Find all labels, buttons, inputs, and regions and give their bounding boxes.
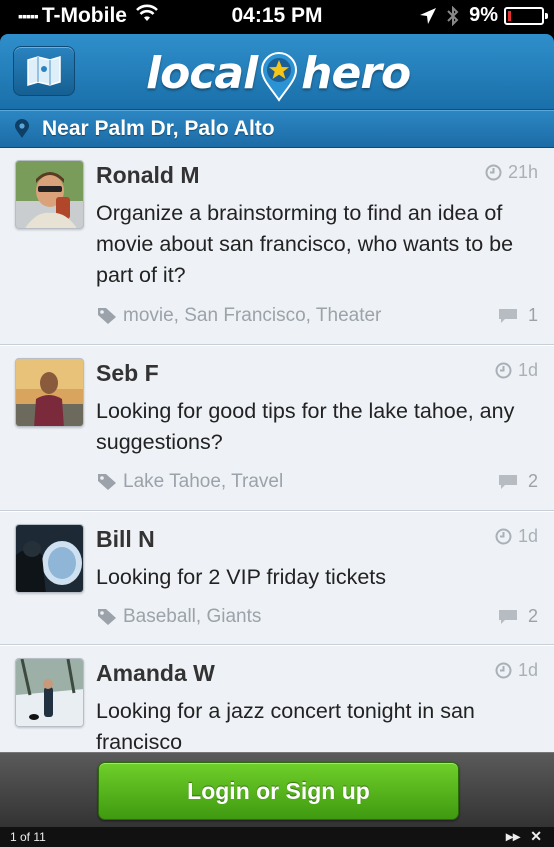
page-counter: 1 of 11: [10, 830, 46, 844]
post-item[interactable]: Amanda W 1d Looking for a jazz concert t…: [0, 645, 554, 752]
close-icon[interactable]: ✕: [530, 828, 542, 845]
app-logo: local hero: [146, 40, 411, 106]
post-time-label: 1d: [517, 526, 538, 546]
post-comment-count: 2: [527, 606, 538, 626]
tag-icon: [98, 308, 116, 324]
post-tags[interactable]: Lake Tahoe, Travel: [97, 471, 283, 493]
battery-percent: 9%: [469, 4, 498, 26]
logo-text-right: hero: [301, 47, 411, 99]
location-pin-icon: [14, 119, 30, 139]
post-comment-count: 2: [527, 471, 538, 491]
comment-icon: [498, 609, 517, 624]
post-item[interactable]: Ronald M 21h Organize a brainstorming to…: [0, 148, 554, 345]
location-label: Near Palm Dr, Palo Alto: [42, 117, 275, 140]
battery-icon: [504, 6, 548, 25]
clock-icon: [485, 164, 502, 181]
post-time: 1d: [495, 360, 538, 381]
post-author[interactable]: Seb F: [96, 360, 159, 387]
post-tags-label: Baseball, Giants: [123, 606, 262, 627]
post-item[interactable]: Bill N 1d Looking for 2 VIP friday ticke…: [0, 511, 554, 645]
app-header: local hero: [0, 34, 554, 110]
post-author[interactable]: Amanda W: [96, 660, 215, 687]
post-feed[interactable]: Ronald M 21h Organize a brainstorming to…: [0, 148, 554, 752]
post-tags-label: Lake Tahoe, Travel: [123, 471, 284, 492]
post-message: Organize a brainstorming to find an idea…: [96, 201, 514, 287]
screenshot-pager: 1 of 11 ▸▸ ✕: [0, 827, 554, 847]
status-right: 9%: [419, 4, 548, 27]
avatar: [15, 524, 84, 593]
post-time-label: 1d: [517, 660, 538, 680]
post-tags-label: movie, San Francisco, Theater: [123, 305, 382, 326]
post-message: Looking for 2 VIP friday tickets: [96, 565, 386, 589]
location-bar[interactable]: Near Palm Dr, Palo Alto: [0, 110, 554, 148]
bluetooth-icon: [447, 5, 459, 26]
location-arrow-icon: [420, 7, 437, 24]
comment-icon: [498, 308, 517, 323]
clock-icon: [495, 528, 512, 545]
post-author[interactable]: Ronald M: [96, 162, 200, 189]
post-tags[interactable]: movie, San Francisco, Theater: [97, 305, 381, 327]
star-pin-icon: [261, 52, 298, 102]
post-message: Looking for good tips for the lake tahoe…: [96, 399, 515, 454]
logo-text-left: local: [146, 47, 258, 99]
post-author[interactable]: Bill N: [96, 526, 155, 553]
post-comments[interactable]: 1: [498, 305, 538, 326]
clock-icon: [495, 362, 512, 379]
post-item[interactable]: Seb F 1d Looking for good tips for the l…: [0, 345, 554, 511]
post-time: 1d: [495, 660, 538, 681]
avatar: [15, 658, 84, 727]
map-icon: [27, 56, 61, 86]
comment-icon: [498, 474, 517, 489]
avatar: [15, 358, 84, 427]
tag-icon: [98, 609, 116, 625]
post-comments[interactable]: 2: [498, 606, 538, 627]
post-time: 21h: [485, 162, 538, 183]
bottom-bar: Login or Sign up: [0, 752, 554, 827]
post-message: Looking for a jazz concert tonight in sa…: [96, 699, 475, 752]
map-button[interactable]: [13, 46, 75, 96]
next-icon[interactable]: ▸▸: [506, 828, 520, 845]
post-comment-count: 1: [527, 305, 538, 325]
post-time-label: 21h: [507, 162, 538, 182]
clock-icon: [495, 662, 512, 679]
battery-level: [508, 10, 512, 21]
post-time: 1d: [495, 526, 538, 547]
avatar: [15, 160, 84, 229]
post-comments[interactable]: 2: [498, 471, 538, 492]
tag-icon: [98, 474, 116, 490]
login-signup-button[interactable]: Login or Sign up: [98, 762, 459, 820]
post-tags[interactable]: Baseball, Giants: [97, 606, 261, 628]
status-bar: ▪▪▪▪▪ T-Mobile 04:15 PM 9%: [0, 0, 554, 34]
post-time-label: 1d: [517, 360, 538, 380]
